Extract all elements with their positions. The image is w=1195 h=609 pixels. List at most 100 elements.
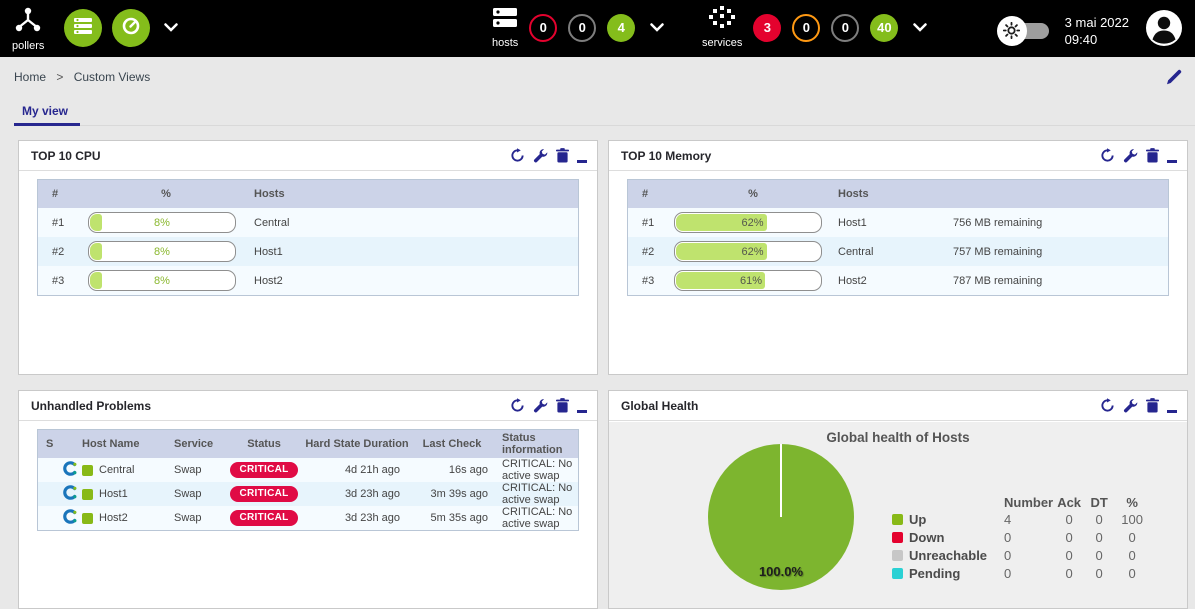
host-name-link[interactable]: Host2 [99,512,128,524]
services-critical-counter[interactable]: 3 [753,14,781,42]
refresh-icon[interactable] [510,148,525,163]
host-up-square-icon [82,465,93,476]
rank-cell: #3 [628,275,668,287]
wrench-icon[interactable] [1123,398,1138,413]
pollers-icon [14,7,42,38]
widget-title: Global Health [621,399,1100,413]
minimize-icon[interactable] [1167,398,1177,413]
chevron-down-icon [650,19,664,37]
status-badge: CRITICAL [230,510,297,526]
hosts-unreachable-counter[interactable]: 0 [568,14,596,42]
memory-remaining-cell: 756 MB remaining [953,217,1168,229]
legend-pct: 0 [1113,564,1151,582]
latency-gauge-button[interactable] [112,9,150,47]
status-info-cell: CRITICAL: No active swap [492,458,578,482]
wrench-icon[interactable] [533,148,548,163]
host-cell: Host1 [838,217,953,229]
memory-usage-bar: 62% [674,241,822,262]
status-info-cell: CRITICAL: No active swap [492,482,578,506]
hosts-down-counter[interactable]: 0 [529,14,557,42]
trash-icon[interactable] [556,398,569,413]
services-ok-counter[interactable]: 40 [870,14,898,42]
host-name-link[interactable]: Host1 [99,488,128,500]
service-cell[interactable]: Swap [174,512,226,524]
trash-icon[interactable] [1146,148,1159,163]
minimize-icon[interactable] [1167,148,1177,163]
bar-percent-label: 8% [89,213,235,232]
minimize-icon[interactable] [577,148,587,163]
cpu-usage-bar: 8% [88,212,236,233]
last-check-cell: 3m 39s ago [412,488,492,500]
centreon-logo-icon [63,509,78,527]
memory-remaining-cell: 757 MB remaining [953,246,1168,258]
cpu-table: # % Hosts #1 8% Central #2 8% Host1 #3 8… [37,179,579,296]
trash-icon[interactable] [556,148,569,163]
hosts-menu[interactable]: hosts [492,6,518,49]
problems-table: S Host Name Service Status Hard State Du… [37,429,579,531]
breadcrumb-separator: > [56,70,63,84]
status-badge: CRITICAL [230,462,297,478]
column-header-info: Status information [492,432,578,456]
refresh-icon[interactable] [1100,148,1115,163]
legend-header-pct: % [1113,494,1151,510]
cpu-usage-bar: 8% [88,270,236,291]
legend-label: Down [909,530,944,545]
edit-view-button[interactable] [1165,68,1183,91]
column-header-percent: % [668,188,838,200]
tab-my-view[interactable]: My view [14,99,80,126]
legend-dt: 0 [1085,510,1113,528]
date-text: 3 mai 2022 [1065,14,1129,31]
services-unknown-counter[interactable]: 0 [831,14,859,42]
settings-toggle[interactable] [1005,23,1049,39]
minimize-icon[interactable] [577,398,587,413]
service-cell[interactable]: Swap [174,488,226,500]
hosts-label: hosts [492,37,518,49]
breadcrumb-home-link[interactable]: Home [14,70,46,84]
refresh-icon[interactable] [1100,398,1115,413]
legend-ack: 0 [1053,546,1085,564]
wrench-icon[interactable] [1123,148,1138,163]
pollers-menu[interactable]: pollers [12,7,44,52]
user-avatar[interactable] [1145,9,1183,52]
bar-percent-label: 61% [740,271,764,290]
services-warning-counter[interactable]: 0 [792,14,820,42]
legend-unreachable-square-icon [892,550,903,561]
widget-top10-cpu: TOP 10 CPU # % Hosts #1 8% Central #2 8%… [18,140,598,375]
service-cell[interactable]: Swap [174,464,226,476]
legend-label: Unreachable [909,548,987,563]
wrench-icon[interactable] [533,398,548,413]
rank-cell: #2 [38,246,78,258]
widget-title: Unhandled Problems [31,399,510,413]
centreon-logo-icon [63,461,78,479]
legend-pct: 0 [1113,546,1151,564]
refresh-icon[interactable] [510,398,525,413]
hosts-expand-chevron[interactable] [646,15,668,41]
services-expand-chevron[interactable] [909,15,931,41]
breadcrumb-current-link[interactable]: Custom Views [74,70,150,84]
chart-title: Global health of Hosts [609,430,1187,445]
status-badge: CRITICAL [230,486,297,502]
pollers-expand-chevron[interactable] [160,15,182,41]
clock: 3 mai 2022 09:40 [1065,14,1129,48]
widget-title: TOP 10 Memory [621,149,1100,163]
widget-title: TOP 10 CPU [31,149,510,163]
widget-global-health: Global Health Global health of Hosts 100… [608,390,1188,609]
legend-dt: 0 [1085,546,1113,564]
memory-usage-bar: 61% [674,270,822,291]
poller-list-button[interactable] [64,9,102,47]
last-check-cell: 5m 35s ago [412,512,492,524]
rank-cell: #3 [38,275,78,287]
memory-table: # % Hosts #1 62% Host1 756 MB remaining … [627,179,1169,296]
hosts-up-counter[interactable]: 4 [607,14,635,42]
bar-percent-label: 62% [741,213,765,232]
centreon-logo-icon [63,485,78,503]
host-name-link[interactable]: Central [99,464,134,476]
legend-label: Up [909,512,926,527]
rank-cell: #1 [628,217,668,229]
legend-ack: 0 [1053,510,1085,528]
gauge-icon [121,16,141,41]
legend-row: Up 4 0 0 100 [892,510,1151,528]
legend-down-square-icon [892,532,903,543]
trash-icon[interactable] [1146,398,1159,413]
services-menu[interactable]: services [702,6,742,49]
